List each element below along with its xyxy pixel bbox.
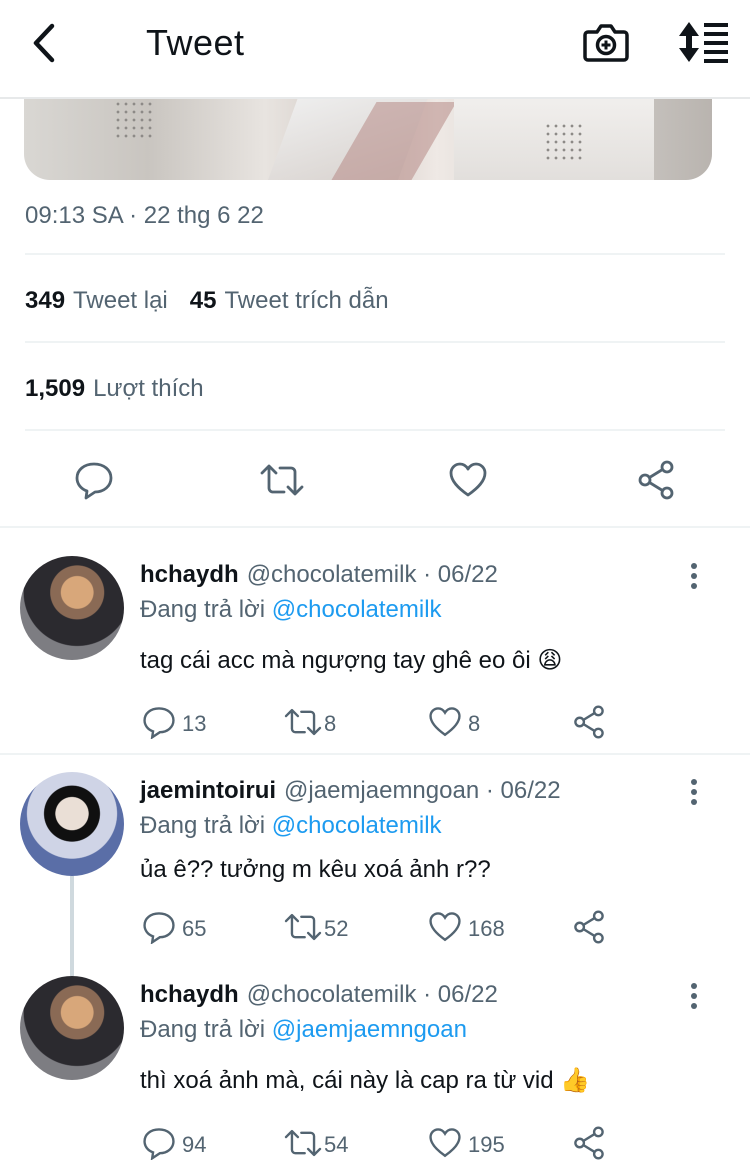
reply-count: 65 xyxy=(182,916,207,941)
likes-stats[interactable]: 1,509 Lượt thích xyxy=(25,375,204,403)
handle[interactable]: @chocolatemilk xyxy=(247,981,417,1008)
divider xyxy=(25,429,725,431)
handle[interactable]: @jaemjaemngoan xyxy=(284,777,479,804)
retweet-count: 52 xyxy=(324,916,349,941)
likes-count: 1,509 xyxy=(25,375,86,402)
reply-date: · 06/22 xyxy=(485,777,561,804)
reply-date: · 06/22 xyxy=(423,561,498,588)
reply-count: 94 xyxy=(182,1132,207,1157)
tweet-action-bar xyxy=(0,440,750,520)
reply-text: thì xoá ảnh mà, cái này là cap ra từ vid… xyxy=(140,1066,590,1095)
reply-header: hchaydh @chocolatemilk · 06/22 xyxy=(140,561,498,589)
retweet-count: 8 xyxy=(324,711,337,736)
reply-text: ủa ê?? tưởng m kêu xoá ảnh r?? xyxy=(140,856,491,884)
like-count: 168 xyxy=(468,916,505,941)
top-navigation-bar: Tweet xyxy=(0,0,750,99)
sort-icon[interactable] xyxy=(676,20,730,64)
reply-header: jaemintoirui @jaemjaemngoan · 06/22 xyxy=(140,777,561,805)
retweet-count: 54 xyxy=(324,1132,349,1157)
share-icon[interactable] xyxy=(636,460,676,500)
like-icon[interactable] xyxy=(448,460,488,500)
like-count: 8 xyxy=(468,711,481,736)
share-icon[interactable] xyxy=(572,910,608,944)
reply-action[interactable]: 13 xyxy=(142,705,222,739)
avatar[interactable] xyxy=(20,976,124,1080)
section-divider xyxy=(0,753,750,755)
mention-link[interactable]: @chocolatemilk xyxy=(272,812,442,839)
display-name[interactable]: hchaydh xyxy=(140,981,239,1008)
retweet-action[interactable]: 54 xyxy=(284,1126,374,1160)
more-options-icon[interactable] xyxy=(682,778,706,808)
divider xyxy=(25,341,725,343)
handle[interactable]: @chocolatemilk xyxy=(247,561,417,588)
retweet-action[interactable]: 52 xyxy=(284,910,374,944)
avatar[interactable] xyxy=(20,556,124,660)
media-detail xyxy=(544,122,584,162)
replying-to: Đang trả lời @chocolatemilk xyxy=(140,812,442,840)
tweet-media-image[interactable] xyxy=(24,92,712,180)
reply-count: 13 xyxy=(182,711,207,736)
like-action[interactable]: 8 xyxy=(428,705,508,739)
replying-to: Đang trả lời @chocolatemilk xyxy=(140,596,442,624)
share-icon[interactable] xyxy=(572,1126,608,1160)
retweet-stats[interactable]: 349 Tweet lại 45 Tweet trích dẫn xyxy=(25,287,389,315)
replying-prefix: Đang trả lời xyxy=(140,812,266,839)
more-options-icon[interactable] xyxy=(682,982,706,1012)
avatar[interactable] xyxy=(20,772,124,876)
emoji: 😩 xyxy=(537,647,563,674)
share-icon[interactable] xyxy=(572,705,608,739)
retweets-count: 349 xyxy=(25,287,66,314)
divider xyxy=(25,253,725,255)
more-options-icon[interactable] xyxy=(682,562,706,592)
emoji: 👍 xyxy=(560,1067,591,1094)
reply-text: tag cái acc mà ngượng tay ghê eo ôi 😩 xyxy=(140,646,562,675)
likes-label: Lượt thích xyxy=(93,375,204,402)
replying-prefix: Đang trả lời xyxy=(140,1016,266,1043)
quotes-count: 45 xyxy=(189,287,217,314)
display-name[interactable]: hchaydh xyxy=(140,561,239,588)
reply-icon[interactable] xyxy=(74,460,114,500)
like-action[interactable]: 168 xyxy=(428,910,528,944)
replying-to: Đang trả lời @jaemjaemngoan xyxy=(140,1016,467,1044)
media-detail xyxy=(114,100,154,140)
retweets-label: Tweet lại xyxy=(73,287,168,314)
tweet-timestamp: 09:13 SA · 22 thg 6 22 xyxy=(25,202,264,229)
mention-link[interactable]: @jaemjaemngoan xyxy=(272,1016,467,1043)
reply-action[interactable]: 65 xyxy=(142,910,232,944)
quotes-label: Tweet trích dẫn xyxy=(224,287,389,314)
reply-date: · 06/22 xyxy=(423,981,498,1008)
thread-connector-line xyxy=(70,876,74,976)
reply-body: tag cái acc mà ngượng tay ghê eo ôi xyxy=(140,647,531,674)
like-action[interactable]: 195 xyxy=(428,1126,528,1160)
page-title: Tweet xyxy=(146,22,245,63)
replying-prefix: Đang trả lời xyxy=(140,596,266,623)
section-divider xyxy=(0,526,750,528)
reply-body: ủa ê?? tưởng m kêu xoá ảnh r?? xyxy=(140,856,491,883)
retweet-icon[interactable] xyxy=(260,460,304,500)
reply-action[interactable]: 94 xyxy=(142,1126,232,1160)
reply-header: hchaydh @chocolatemilk · 06/22 xyxy=(140,981,498,1009)
back-arrow-icon[interactable] xyxy=(26,20,66,66)
display-name[interactable]: jaemintoirui xyxy=(140,777,276,804)
like-count: 195 xyxy=(468,1132,505,1157)
camera-plus-icon[interactable] xyxy=(582,20,630,64)
retweet-action[interactable]: 8 xyxy=(284,705,364,739)
reply-body: thì xoá ảnh mà, cái này là cap ra từ vid xyxy=(140,1067,554,1094)
mention-link[interactable]: @chocolatemilk xyxy=(272,596,442,623)
